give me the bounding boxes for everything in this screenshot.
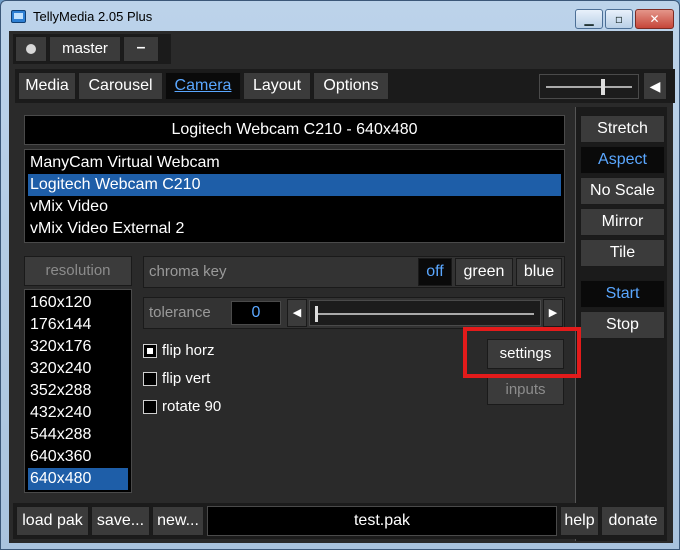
resolution-item[interactable]: 544x288 [28,424,128,446]
window-title: TellyMedia 2.05 Plus [33,9,153,24]
current-camera-label: Logitech Webcam C210 - 640x480 [24,115,565,145]
status-dot-button[interactable] [15,36,47,62]
inputs-button[interactable]: inputs [487,375,564,405]
chroma-off-button[interactable]: off [418,258,452,286]
volume-thumb[interactable] [601,79,605,95]
flip-vert-label[interactable]: flip vert [162,370,210,387]
profile-name-button[interactable]: master [49,36,121,62]
donate-button[interactable]: donate [601,506,665,536]
save-pak-button[interactable]: save... [91,506,150,536]
chroma-green-button[interactable]: green [455,258,513,286]
tab-carousel[interactable]: Carousel [78,72,163,100]
scale-aspect-button[interactable]: Aspect [580,146,665,174]
camera-device-list[interactable]: ManyCam Virtual Webcam Logitech Webcam C… [24,149,565,243]
resolution-header: resolution [24,256,132,286]
resolution-item[interactable]: 320x176 [28,336,128,358]
minimize-button[interactable]: ▁ [575,9,603,29]
tab-layout[interactable]: Layout [243,72,311,100]
resolution-item[interactable]: 352x288 [28,380,128,402]
device-item[interactable]: vMix Video External 2 [28,218,561,240]
status-dot-icon [26,43,36,54]
new-pak-button[interactable]: new... [152,506,204,536]
flip-horz-checkbox[interactable] [143,344,157,358]
title-bar[interactable]: TellyMedia 2.05 Plus ▁ ▫ ✕ [1,1,679,31]
app-window: TellyMedia 2.05 Plus ▁ ▫ ✕ master – Medi… [0,0,680,550]
chroma-blue-button[interactable]: blue [516,258,562,286]
settings-highlight-box [463,327,581,378]
start-button[interactable]: Start [580,280,665,308]
flip-vert-checkbox[interactable] [143,372,157,386]
resolution-item[interactable]: 160x120 [28,292,128,314]
maximize-button[interactable]: ▫ [605,9,633,29]
tolerance-track [316,313,534,315]
close-button[interactable]: ✕ [635,9,674,29]
app-client-area: master – Media Carousel Camera Layout Op… [9,31,675,543]
tab-camera[interactable]: Camera [165,72,241,100]
scale-noscale-button[interactable]: No Scale [580,177,665,205]
resolution-item[interactable]: 432x240 [28,402,128,424]
remove-profile-button[interactable]: – [123,36,159,62]
current-pak-filename: test.pak [207,506,557,536]
scale-stretch-button[interactable]: Stretch [580,115,665,143]
rotate-90-checkbox[interactable] [143,400,157,414]
resolution-list[interactable]: 160x120 176x144 320x176 320x240 352x288 … [24,289,132,493]
load-pak-button[interactable]: load pak [16,506,89,536]
tolerance-value[interactable]: 0 [231,301,281,325]
tolerance-slider[interactable] [309,300,541,326]
scale-mirror-button[interactable]: Mirror [580,208,665,236]
tolerance-decrease-icon[interactable]: ◀ [287,299,307,327]
tolerance-increase-icon[interactable]: ▶ [543,299,563,327]
tellymedia-app-icon [11,10,26,23]
scale-tile-button[interactable]: Tile [580,239,665,267]
stop-button[interactable]: Stop [580,311,665,339]
resolution-item-selected[interactable]: 640x480 [28,468,128,490]
help-button[interactable]: help [560,506,599,536]
volume-slider[interactable] [539,74,639,99]
tolerance-thumb[interactable] [315,306,318,322]
tab-options[interactable]: Options [313,72,389,100]
volume-track [546,86,632,88]
chroma-key-label: chroma key [149,263,227,280]
device-item[interactable]: ManyCam Virtual Webcam [28,152,561,174]
resolution-item[interactable]: 640x360 [28,446,128,468]
resolution-item[interactable]: 176x144 [28,314,128,336]
rotate-90-label[interactable]: rotate 90 [162,398,221,415]
device-item[interactable]: vMix Video [28,196,561,218]
resolution-item[interactable]: 320x240 [28,358,128,380]
tolerance-label: tolerance [149,304,211,321]
device-item-selected[interactable]: Logitech Webcam C210 [28,174,561,196]
flip-horz-label[interactable]: flip horz [162,342,215,359]
tab-media[interactable]: Media [18,72,76,100]
speaker-icon[interactable]: ◀ [643,72,667,100]
